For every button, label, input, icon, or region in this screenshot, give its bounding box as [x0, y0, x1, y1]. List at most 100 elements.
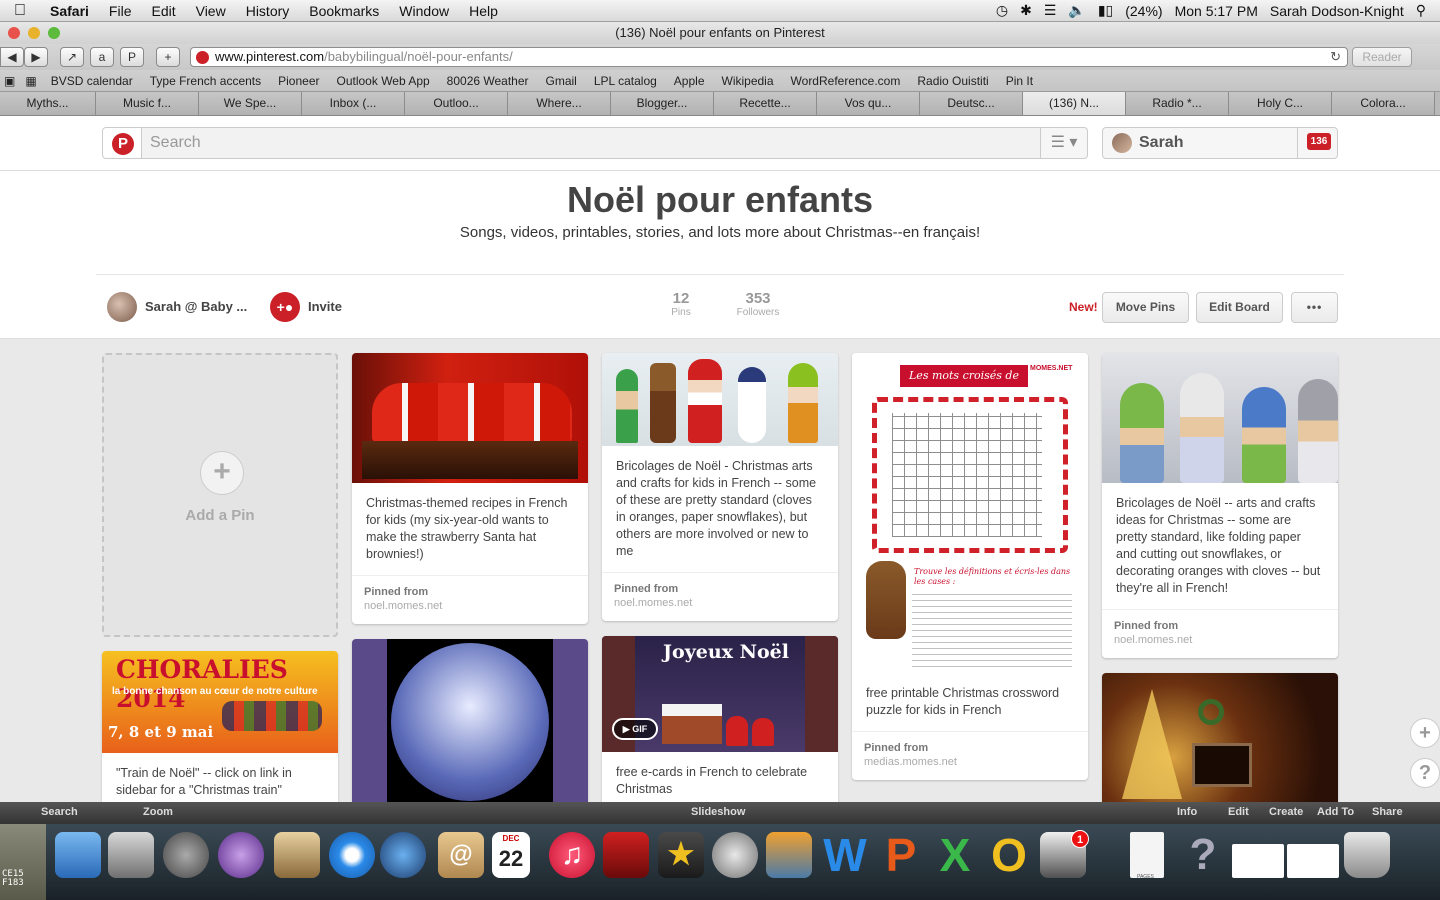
time-machine-icon[interactable]: ◷ [996, 2, 1008, 19]
minimize-window-icon[interactable] [28, 27, 40, 39]
tab-pinterest-active[interactable]: (136) N... [1023, 92, 1126, 115]
menu-file[interactable]: File [99, 0, 142, 22]
iphoto-slideshow[interactable]: Slideshow [691, 806, 745, 818]
iphoto-share[interactable]: Share [1372, 806, 1403, 818]
menu-edit[interactable]: Edit [141, 0, 185, 22]
back-button[interactable]: ◀ [0, 47, 24, 67]
iphoto-add-to[interactable]: Add To [1317, 806, 1354, 818]
new-tab-button[interactable]: + [156, 47, 180, 67]
add-pin-card[interactable]: + Add a Pin [102, 353, 338, 637]
top-sites-icon[interactable]: ▦ [25, 74, 36, 88]
facetime-icon[interactable] [380, 832, 426, 878]
tab-deutsc[interactable]: Deutsc... [920, 92, 1023, 115]
iphoto-edit[interactable]: Edit [1228, 806, 1249, 818]
pin-source-domain[interactable]: noel.momes.net [614, 597, 826, 609]
pin-card-snowglobe[interactable] [352, 639, 588, 802]
trash-icon[interactable] [1344, 832, 1390, 878]
volume-icon[interactable]: 🔈 [1068, 2, 1085, 19]
pin-card-choralies[interactable]: CHORALIES 2014 la bonne chanson au cœur … [102, 651, 338, 802]
pin-card-crossword[interactable]: Les mots croisés de Noël MOMES.NET Trouv… [852, 353, 1088, 780]
iphoto-search[interactable]: Search [41, 806, 78, 818]
pin-image-choralies[interactable]: CHORALIES 2014 la bonne chanson au cœur … [102, 651, 338, 753]
itunes-icon[interactable]: ♫ [549, 832, 595, 878]
user-profile-button[interactable]: Sarah 136 [1102, 127, 1338, 159]
system-preferences-icon[interactable] [712, 832, 758, 878]
pin-card-crafts[interactable]: Bricolages de Noël - Christmas arts and … [602, 353, 838, 621]
amazon-extension-icon[interactable]: a [90, 47, 114, 67]
owner-name[interactable]: Sarah @ Baby ... [145, 299, 247, 314]
microsoft-word-icon[interactable]: W [822, 832, 868, 878]
pins-stat[interactable]: 12 Pins [665, 290, 697, 318]
pin-card-recipes[interactable]: Christmas-themed recipes in French for k… [352, 353, 588, 624]
forward-button[interactable]: ▶ [24, 47, 48, 67]
pin-source[interactable]: Pinned from noel.momes.net [352, 575, 588, 624]
pin-image-christmas-tree[interactable] [1102, 673, 1338, 802]
tab-colora[interactable]: Colora... [1332, 92, 1435, 115]
move-pins-button[interactable]: Move Pins [1102, 292, 1189, 323]
bookmark-pin-it[interactable]: Pin It [1006, 74, 1033, 88]
reading-list-icon[interactable]: ▣ [4, 74, 15, 88]
gif-badge[interactable]: ▶ GIF [612, 718, 658, 740]
followers-stat[interactable]: 353 Followers [730, 290, 786, 318]
finder-icon[interactable] [55, 832, 101, 878]
menu-window[interactable]: Window [389, 0, 459, 22]
reload-icon[interactable]: ↻ [1330, 48, 1341, 66]
tab-we-spe[interactable]: We Spe... [199, 92, 302, 115]
battery-icon[interactable]: ▮▯ [1098, 2, 1113, 19]
menu-view[interactable]: View [186, 0, 236, 22]
pinterest-logo[interactable]: P [102, 127, 142, 159]
invite-button[interactable]: Invite [308, 299, 342, 314]
bookmark-gmail[interactable]: Gmail [546, 74, 577, 88]
bookmark-pioneer[interactable]: Pioneer [278, 74, 319, 88]
bookmark-outlook-web-app[interactable]: Outlook Web App [337, 74, 430, 88]
search-input[interactable]: Search [142, 127, 1044, 159]
pin-card-crafts-2[interactable]: Bricolages de Noël -- arts and crafts id… [1102, 353, 1338, 658]
zoom-window-icon[interactable] [48, 27, 60, 39]
wifi-icon[interactable]: ☰ [1044, 2, 1057, 19]
pin-source-domain[interactable]: medias.momes.net [864, 756, 1076, 768]
iphoto-zoom[interactable]: Zoom [143, 806, 173, 818]
pin-source[interactable]: Pinned from medias.momes.net [852, 731, 1088, 780]
imovie-icon[interactable]: ★ [658, 832, 704, 878]
pin-source-domain[interactable]: noel.momes.net [364, 600, 576, 612]
pin-image-craft-figures[interactable] [602, 353, 838, 446]
launchpad-icon[interactable] [163, 832, 209, 878]
more-options-button[interactable]: ••• [1291, 292, 1338, 323]
microsoft-outlook-icon[interactable]: O [986, 832, 1032, 878]
calendar-icon[interactable]: DEC 22 [492, 832, 530, 878]
notifications-button[interactable]: 136 [1297, 127, 1337, 159]
floating-add-button[interactable]: + [1410, 718, 1440, 748]
dashboard-icon[interactable] [108, 832, 154, 878]
microsoft-excel-icon[interactable]: X [932, 832, 978, 878]
pin-image-crossword[interactable]: Les mots croisés de Noël MOMES.NET Trouv… [852, 353, 1088, 673]
edit-board-button[interactable]: Edit Board [1196, 292, 1283, 323]
menu-app[interactable]: Safari [40, 0, 99, 22]
tab-blogger[interactable]: Blogger... [611, 92, 714, 115]
tab-recette[interactable]: Recette... [714, 92, 817, 115]
bookmark-wikipedia[interactable]: Wikipedia [722, 74, 774, 88]
apple-menu-icon[interactable]:  [0, 2, 40, 20]
tab-holy-c[interactable]: Holy C... [1229, 92, 1332, 115]
floating-help-button[interactable]: ? [1410, 758, 1440, 788]
tab-where[interactable]: Where... [508, 92, 611, 115]
downloads-stack-icon[interactable] [1232, 844, 1284, 878]
tab-vos-qu[interactable]: Vos qu... [817, 92, 920, 115]
iphoto-icon[interactable] [766, 832, 812, 878]
menubar-clock[interactable]: Mon 5:17 PM [1175, 3, 1258, 19]
pin-image-snowglobe[interactable] [387, 639, 553, 802]
bluetooth-icon[interactable]: ✱ [1020, 2, 1032, 19]
iphoto-create[interactable]: Create [1269, 806, 1303, 818]
pin-card-ecards[interactable]: Joyeux Noël ▶ GIF free e-cards in French… [602, 636, 838, 802]
owner-avatar[interactable] [107, 292, 137, 322]
photo-booth-icon[interactable] [603, 832, 649, 878]
close-window-icon[interactable] [8, 27, 20, 39]
microsoft-powerpoint-icon[interactable]: P [878, 832, 924, 878]
pin-card-christmas-tree[interactable] [1102, 673, 1338, 802]
spotlight-search-icon[interactable]: ⚲ [1416, 2, 1426, 19]
reader-button[interactable]: Reader [1352, 47, 1412, 67]
iphoto-info[interactable]: Info [1177, 806, 1197, 818]
pin-image-gnomes[interactable] [1102, 353, 1338, 483]
bookmark-weather[interactable]: 80026 Weather [447, 74, 529, 88]
pin-source-domain[interactable]: noel.momes.net [1114, 634, 1326, 646]
menu-bookmarks[interactable]: Bookmarks [299, 0, 389, 22]
